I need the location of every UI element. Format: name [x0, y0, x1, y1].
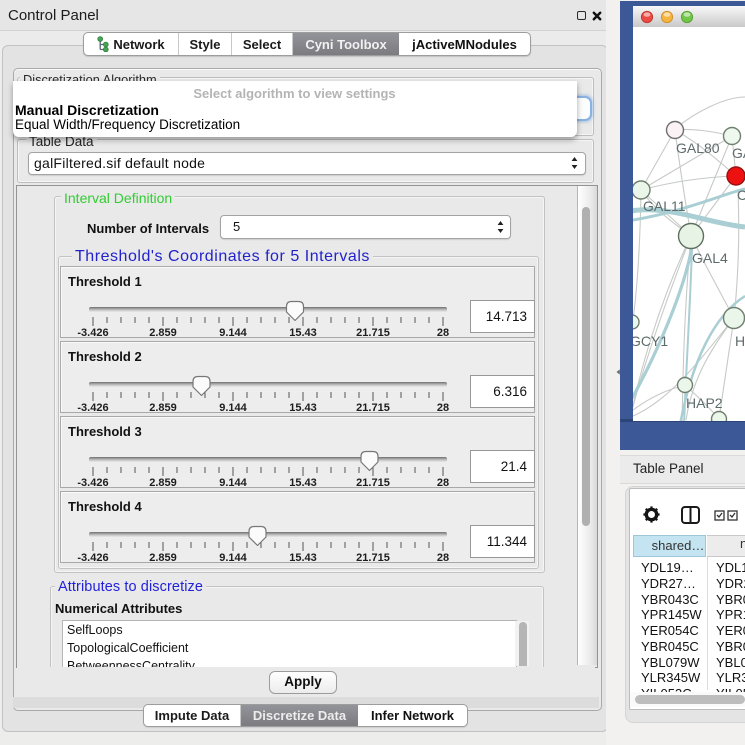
svg-text:GAL11: GAL11	[643, 198, 686, 214]
svg-text:GCY1: GCY1	[633, 333, 668, 349]
svg-text:GAL80: GAL80	[676, 140, 720, 156]
svg-text:C: C	[737, 187, 745, 203]
svg-text:H: H	[735, 333, 745, 349]
svg-text:GAL4: GAL4	[692, 250, 728, 266]
svg-text:GA: GA	[732, 145, 745, 161]
svg-text:HAP2: HAP2	[686, 395, 723, 411]
